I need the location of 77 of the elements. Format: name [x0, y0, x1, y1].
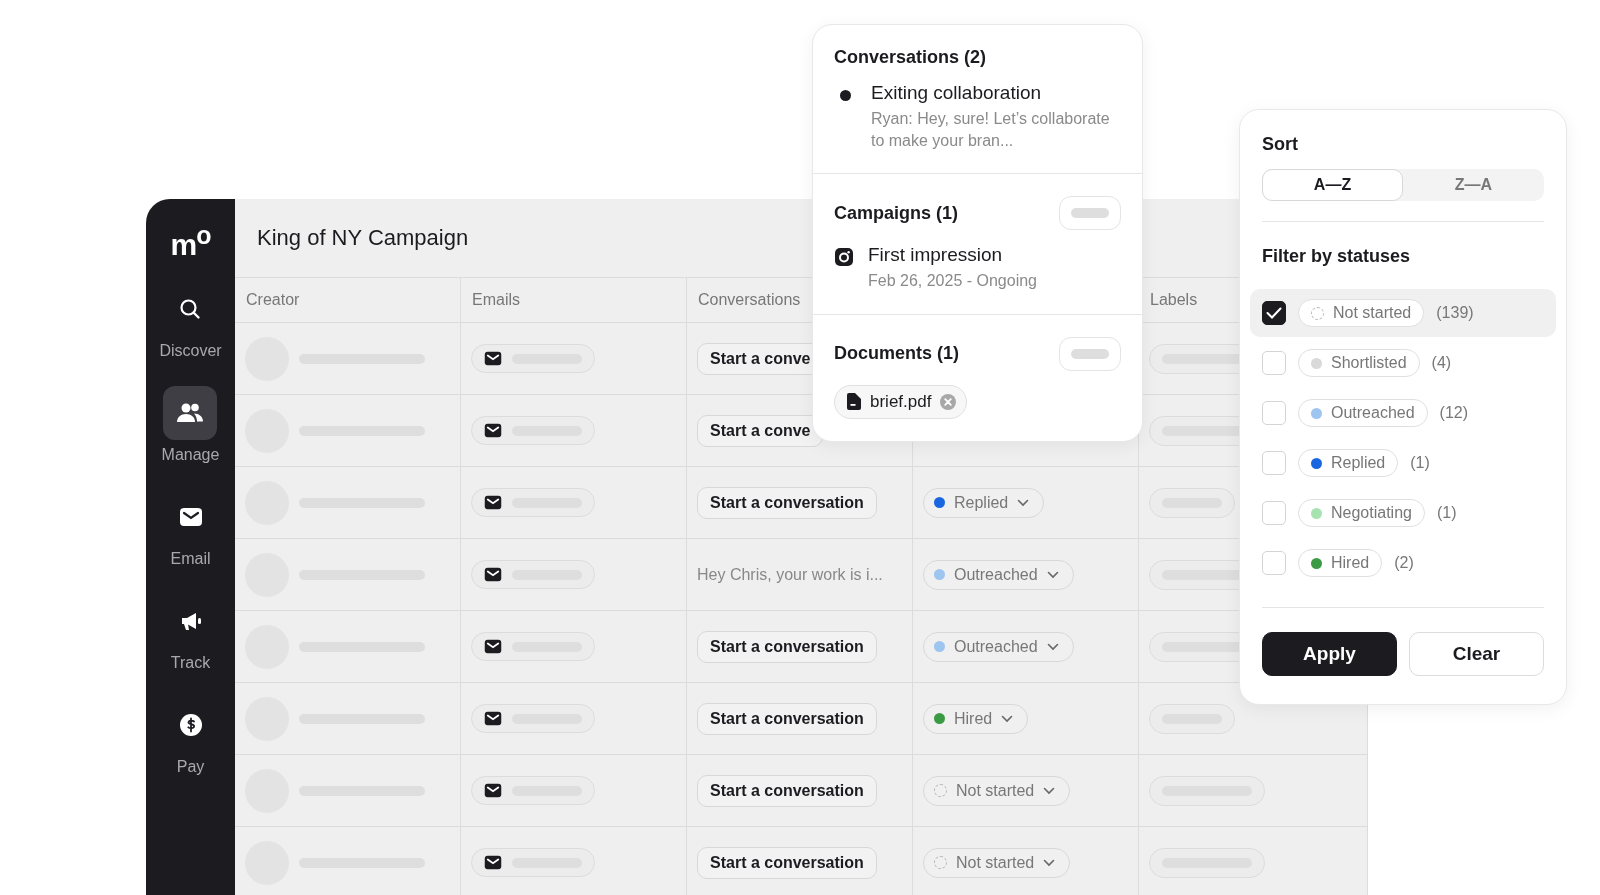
column-header: Labels [1150, 291, 1198, 309]
status-tag: Hired [1298, 549, 1383, 577]
search-icon [178, 297, 203, 321]
sort-option[interactable]: Z—A [1403, 169, 1544, 201]
status-dropdown[interactable]: Replied [923, 487, 1045, 518]
envelope-icon [484, 351, 502, 366]
section-title: Sort [1262, 134, 1299, 155]
nav-item[interactable]: Track [163, 594, 218, 672]
status-tag: Shortlisted [1298, 349, 1420, 377]
status-count: (2) [1394, 554, 1414, 572]
sort-option[interactable]: A—Z [1262, 169, 1403, 201]
email-chip[interactable] [471, 848, 595, 877]
status-count: (12) [1439, 404, 1469, 422]
nav-item[interactable]: Pay [163, 698, 218, 776]
nav-item[interactable]: Discover [159, 282, 222, 360]
apply-button[interactable]: Apply [1262, 632, 1397, 676]
chevron-down-icon [1046, 570, 1059, 579]
dollar-icon [178, 713, 203, 737]
conversation-preview: Ryan: Hey, sure! Let’s collaborate to make your bran... [871, 109, 1111, 151]
nav-item[interactable]: Email [163, 490, 218, 568]
column-header: Creator [246, 291, 300, 309]
envelope-icon [484, 567, 502, 582]
envelope-icon [484, 855, 502, 870]
chevron-down-icon [1017, 498, 1030, 507]
envelope-icon [484, 783, 502, 798]
status-tag: Outreached [1298, 399, 1428, 427]
chevron-down-icon [1043, 786, 1056, 795]
envelope-icon [484, 711, 502, 726]
status-dropdown[interactable]: Not started [923, 775, 1071, 806]
start-conversation-button[interactable]: Start a conversation [697, 486, 877, 519]
column-header: Conversations [698, 291, 801, 309]
section-title: Documents (1) [834, 343, 959, 365]
status-count: (1) [1410, 454, 1430, 472]
chevron-down-icon [1043, 858, 1056, 867]
people-icon [176, 401, 205, 425]
email-chip[interactable] [471, 416, 595, 445]
start-conversation-button[interactable]: Start a conversation [697, 702, 877, 735]
document-icon [847, 393, 861, 411]
start-conversation-button[interactable]: Start a conve [697, 414, 824, 447]
chevron-down-icon [1001, 714, 1014, 723]
status-tag: Not started [1298, 299, 1425, 327]
status-dropdown[interactable]: Hired [923, 703, 1029, 734]
email-chip[interactable] [471, 632, 595, 661]
clear-button[interactable]: Clear [1409, 632, 1544, 676]
checkbox[interactable] [1262, 301, 1286, 325]
status-tag: Replied [1298, 449, 1399, 477]
file-chip[interactable]: brief.pdf [834, 384, 968, 419]
status-count: (139) [1436, 304, 1474, 322]
envelope-icon [484, 639, 502, 654]
envelope-icon [178, 507, 203, 527]
status-dropdown[interactable]: Not started [923, 847, 1071, 878]
email-chip[interactable] [471, 776, 595, 805]
camera-icon [834, 247, 854, 268]
email-chip[interactable] [471, 344, 595, 373]
start-conversation-button[interactable]: Start a conversation [697, 630, 877, 663]
bullet-icon [840, 90, 851, 101]
status-tag: Negotiating [1298, 499, 1425, 527]
email-chip[interactable] [471, 704, 595, 733]
checkmark-icon [1266, 307, 1282, 319]
section-title: Campaigns (1) [834, 202, 959, 224]
chevron-down-icon [1046, 642, 1059, 651]
column-header: Emails [472, 291, 520, 309]
section-title: Conversations (2) [834, 47, 988, 68]
conversation-title[interactable]: Exiting collaboration [871, 82, 1111, 104]
envelope-icon [484, 495, 502, 510]
email-chip[interactable] [471, 560, 595, 589]
email-chip[interactable] [471, 488, 595, 517]
campaign-title[interactable]: First impression [868, 244, 1037, 267]
status-dropdown[interactable]: Outreached [923, 559, 1074, 590]
status-count: (1) [1436, 504, 1457, 522]
envelope-icon [484, 423, 502, 438]
start-conversation-button[interactable]: Start a conversation [697, 846, 877, 879]
start-conversation-button[interactable]: Start a conversation [697, 774, 877, 807]
status-dropdown[interactable]: Outreached [923, 631, 1074, 662]
status-count: (4) [1431, 354, 1452, 372]
message-preview: Hey Chris, your work is i... [697, 565, 883, 584]
logo: m$^{o}$ [170, 223, 211, 260]
